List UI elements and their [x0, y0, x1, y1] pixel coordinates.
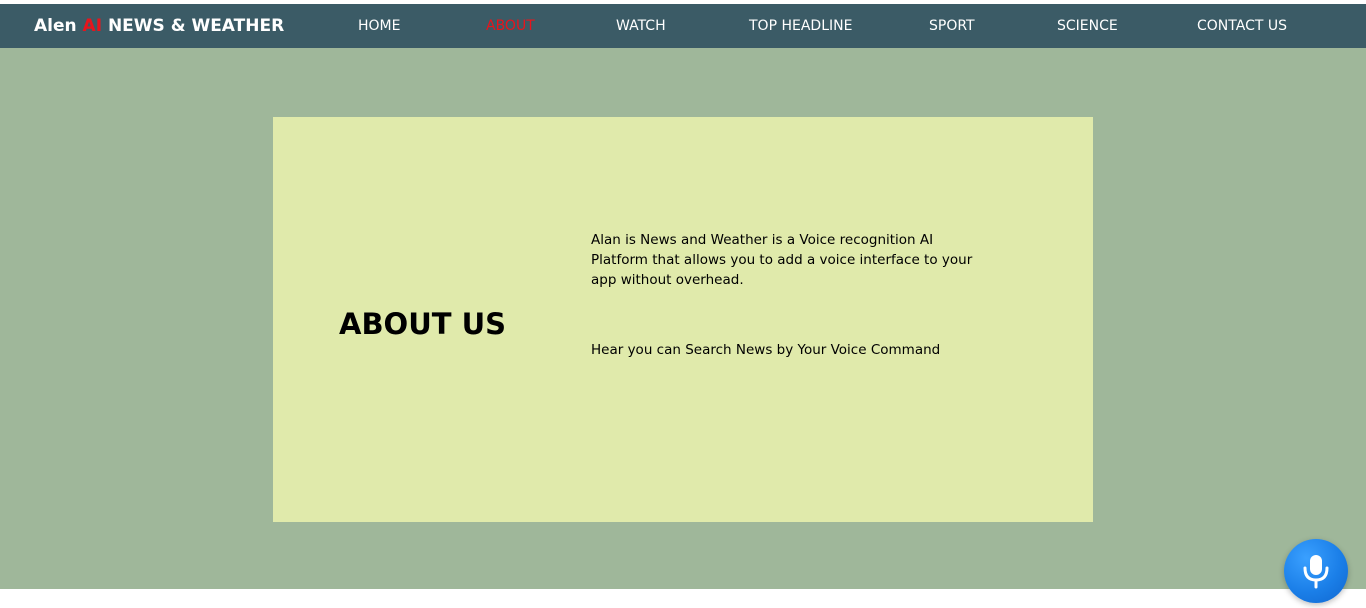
about-title: ABOUT US	[339, 307, 507, 341]
about-card: ABOUT US Alan is News and Weather is a V…	[273, 117, 1093, 522]
nav-watch[interactable]: WATCH	[616, 4, 666, 48]
microphone-icon	[1303, 555, 1329, 589]
brand-name: Alen	[34, 16, 83, 36]
about-voice-hint: Hear you can Search News by Your Voice C…	[591, 342, 941, 358]
brand-ai: AI	[82, 16, 103, 36]
nav-sport[interactable]: SPORT	[929, 4, 975, 48]
nav-top-headline[interactable]: TOP HEADLINE	[749, 4, 852, 48]
nav-about[interactable]: ABOUT	[486, 4, 535, 48]
brand-logo[interactable]: Alen AI NEWS & WEATHER	[34, 4, 284, 48]
nav-science[interactable]: SCIENCE	[1057, 4, 1118, 48]
about-description: Alan is News and Weather is a Voice reco…	[591, 232, 973, 288]
voice-assistant-button[interactable]	[1284, 539, 1348, 603]
main-content: ABOUT US Alan is News and Weather is a V…	[0, 48, 1366, 589]
nav-home[interactable]: HOME	[358, 4, 400, 48]
top-navbar: Alen AI NEWS & WEATHER HOME ABOUT WATCH …	[0, 4, 1366, 48]
nav-contact-us[interactable]: CONTACT US	[1197, 4, 1287, 48]
brand-tagline: NEWS & WEATHER	[102, 16, 285, 36]
